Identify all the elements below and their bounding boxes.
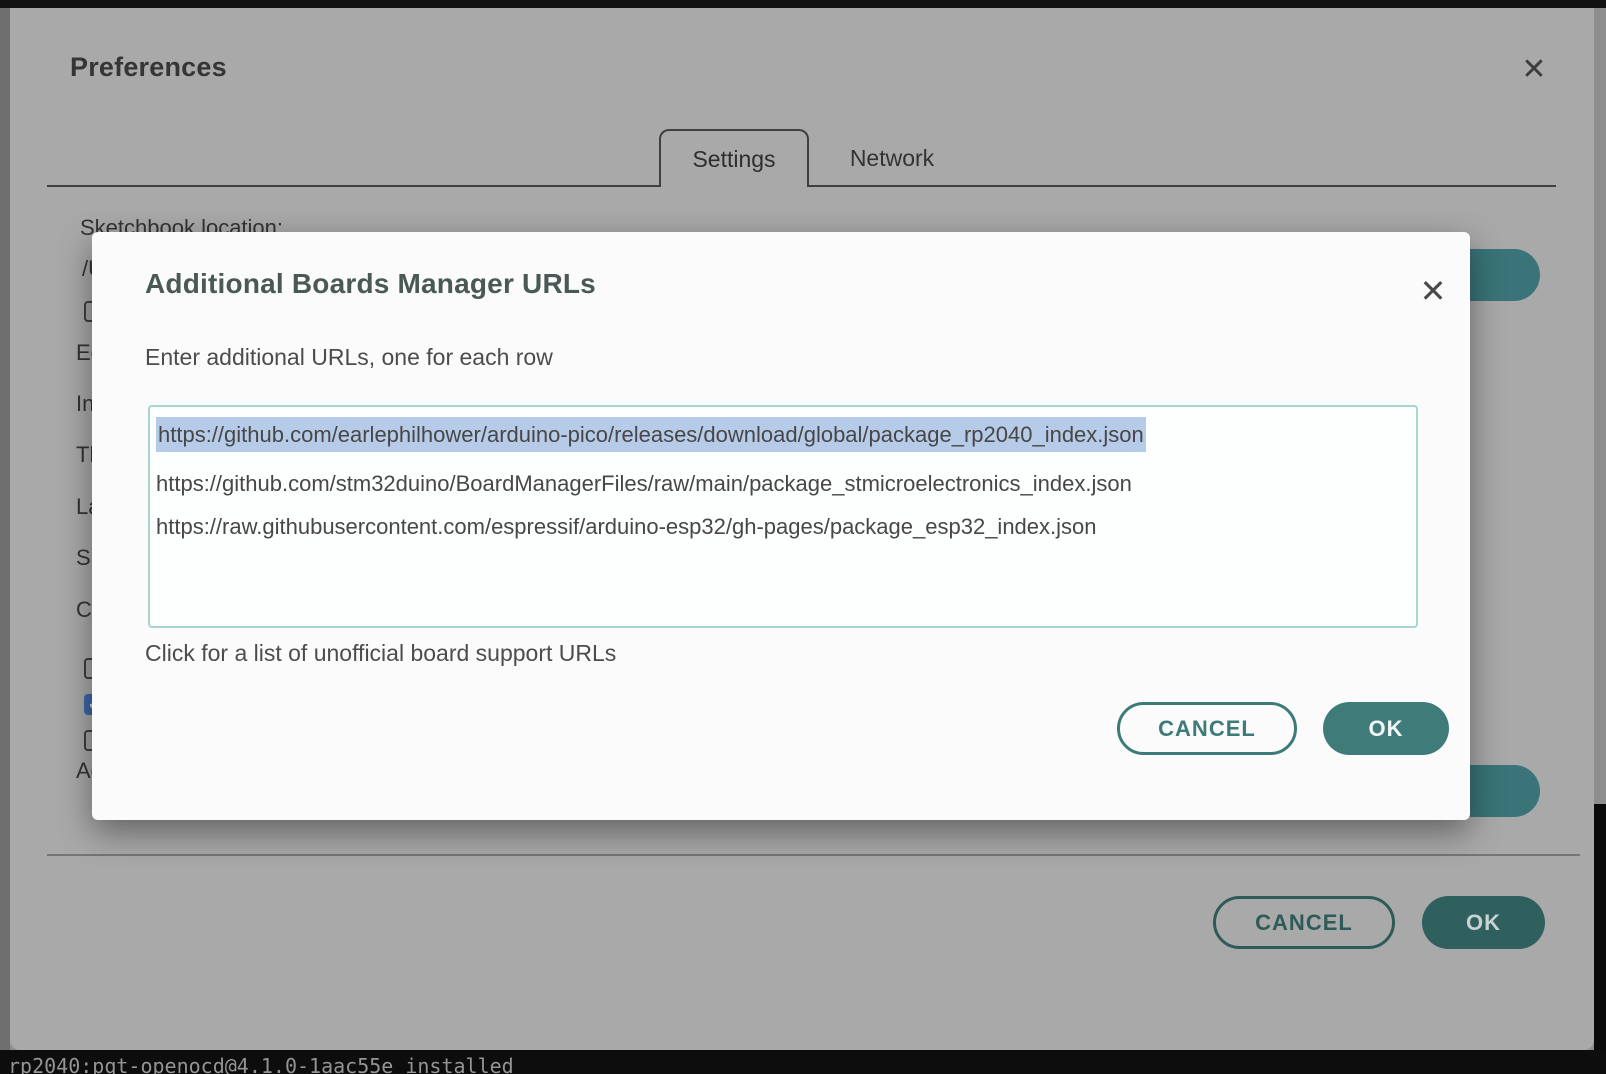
modal-subtitle: Enter additional URLs, one for each row [145, 344, 553, 370]
modal-title: Additional Boards Manager URLs [145, 268, 596, 299]
boards-manager-urls-modal: Additional Boards Manager URLs ✕ Enter a… [92, 232, 1470, 820]
console-output-line: rp2040:pqt-openocd@4.1.0-1aac55e install… [8, 1054, 514, 1074]
url-row-2[interactable]: https://github.com/stm32duino/BoardManag… [156, 469, 1132, 499]
window-top-edge [0, 0, 1606, 8]
preferences-title: Preferences [70, 52, 227, 82]
selected-url-text: https://github.com/earlephilhower/arduin… [156, 417, 1146, 452]
modal-ok-button[interactable]: OK [1323, 702, 1449, 755]
ide-left-edge [0, 8, 10, 1050]
footer-separator [47, 854, 1580, 856]
ide-right-edge-dark [1594, 804, 1606, 1074]
modal-close-icon[interactable]: ✕ [1414, 272, 1452, 310]
tab-network[interactable]: Network [832, 129, 952, 187]
url-row-1[interactable]: https://github.com/earlephilhower/arduin… [156, 417, 1146, 452]
tab-settings[interactable]: Settings [659, 129, 809, 187]
urls-textarea[interactable]: https://github.com/earlephilhower/arduin… [148, 405, 1418, 628]
unofficial-boards-link[interactable]: Click for a list of unofficial board sup… [145, 640, 616, 667]
ide-console-bar: rp2040:pqt-openocd@4.1.0-1aac55e install… [0, 1050, 1606, 1074]
preferences-close-icon[interactable]: ✕ [1516, 52, 1552, 88]
url-row-3[interactable]: https://raw.githubusercontent.com/espres… [156, 512, 1097, 542]
preferences-ok-button[interactable]: OK [1422, 896, 1545, 949]
ide-right-edge [1594, 8, 1606, 804]
preferences-cancel-button[interactable]: CANCEL [1213, 896, 1395, 949]
modal-cancel-button[interactable]: CANCEL [1117, 702, 1297, 755]
